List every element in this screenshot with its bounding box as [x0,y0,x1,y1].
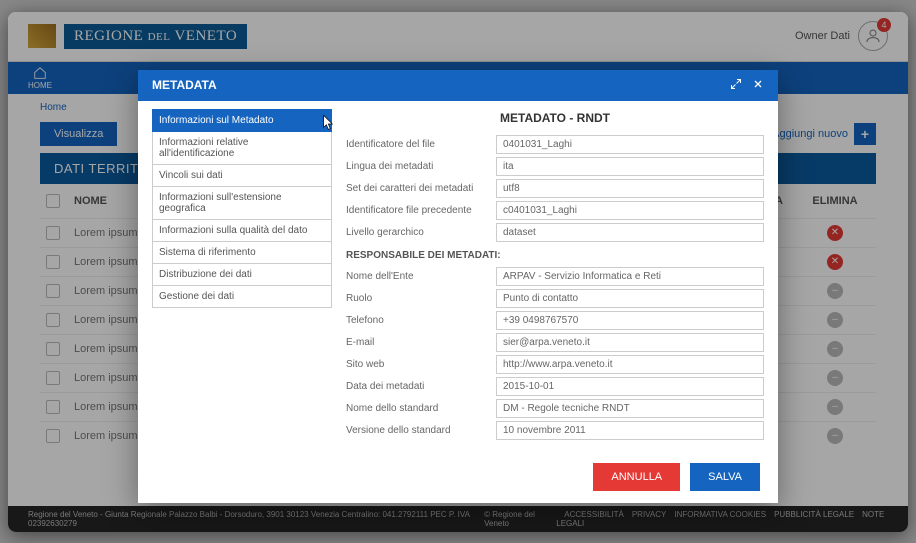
modal-body: Informazioni sul MetadatoInformazioni re… [138,101,778,451]
cursor-icon [321,114,337,130]
modal-header: METADATA [138,70,778,101]
field-label: Sito web [346,359,496,370]
field-value[interactable]: ita [496,157,764,176]
field-value[interactable]: c0401031_Laghi [496,201,764,220]
form-row: Data dei metadati2015-10-01 [346,377,764,396]
modal-form: METADATO - RNDT Identificatore del file0… [346,109,764,443]
form-row: RuoloPunto di contatto [346,289,764,308]
field-value[interactable]: ARPAV - Servizio Informatica e Reti [496,267,764,286]
field-label: Nome dell'Ente [346,271,496,282]
modal-footer: ANNULLA SALVA [138,451,778,503]
field-value[interactable]: 2015-10-01 [496,377,764,396]
modal-header-title: METADATA [152,78,217,92]
field-value[interactable]: http://www.arpa.veneto.it [496,355,764,374]
close-icon[interactable] [752,78,764,93]
form-row: Telefono+39 0498767570 [346,311,764,330]
menu-item[interactable]: Informazioni sulla qualità del dato [152,219,332,242]
app-frame: REGIONE DEL VENETO Owner Dati 4 HOME Hom… [8,12,908,532]
field-value[interactable]: Punto di contatto [496,289,764,308]
menu-item[interactable]: Informazioni sul Metadato [152,109,332,132]
field-label: Identificatore del file [346,139,496,150]
field-value[interactable]: DM - Regole tecniche RNDT [496,399,764,418]
field-value[interactable]: 10 novembre 2011 [496,421,764,440]
menu-item[interactable]: Sistema di riferimento [152,241,332,264]
form-row: Livello gerarchicodataset [346,223,764,242]
field-value[interactable]: dataset [496,223,764,242]
modal-form-title: METADATO - RNDT [346,111,764,125]
field-value[interactable]: utf8 [496,179,764,198]
form-row: Set dei caratteri dei metadatiutf8 [346,179,764,198]
cancel-button[interactable]: ANNULLA [593,463,680,491]
field-label: Nome dello standard [346,403,496,414]
menu-item[interactable]: Vincoli sui dati [152,164,332,187]
form-subheading: RESPONSABILE DEI METADATI: [346,250,764,261]
field-label: Identificatore file precedente [346,205,496,216]
form-row: Nome dell'EnteARPAV - Servizio Informati… [346,267,764,286]
form-row: E-mailsier@arpa.veneto.it [346,333,764,352]
field-label: E-mail [346,337,496,348]
modal-side-menu: Informazioni sul MetadatoInformazioni re… [152,109,332,443]
field-value[interactable]: +39 0498767570 [496,311,764,330]
menu-item[interactable]: Distribuzione dei dati [152,263,332,286]
expand-icon[interactable] [730,78,742,93]
metadata-modal: METADATA Informazioni sul MetadatoInform… [138,70,778,503]
field-value[interactable]: 0401031_Laghi [496,135,764,154]
form-row: Sito webhttp://www.arpa.veneto.it [346,355,764,374]
field-label: Lingua dei metadati [346,161,496,172]
form-row: Identificatore del file0401031_Laghi [346,135,764,154]
field-label: Livello gerarchico [346,227,496,238]
field-label: Data dei metadati [346,381,496,392]
form-row: Nome dello standardDM - Regole tecniche … [346,399,764,418]
field-value[interactable]: sier@arpa.veneto.it [496,333,764,352]
form-row: Identificatore file precedentec0401031_L… [346,201,764,220]
field-label: Versione dello standard [346,425,496,436]
menu-item[interactable]: Gestione dei dati [152,285,332,308]
form-row: Lingua dei metadatiita [346,157,764,176]
save-button[interactable]: SALVA [690,463,760,491]
field-label: Ruolo [346,293,496,304]
field-label: Set dei caratteri dei metadati [346,183,496,194]
form-row: Versione dello standard10 novembre 2011 [346,421,764,440]
menu-item[interactable]: Informazioni sull'estensione geografica [152,186,332,220]
menu-item[interactable]: Informazioni relative all'identificazion… [152,131,332,165]
field-label: Telefono [346,315,496,326]
